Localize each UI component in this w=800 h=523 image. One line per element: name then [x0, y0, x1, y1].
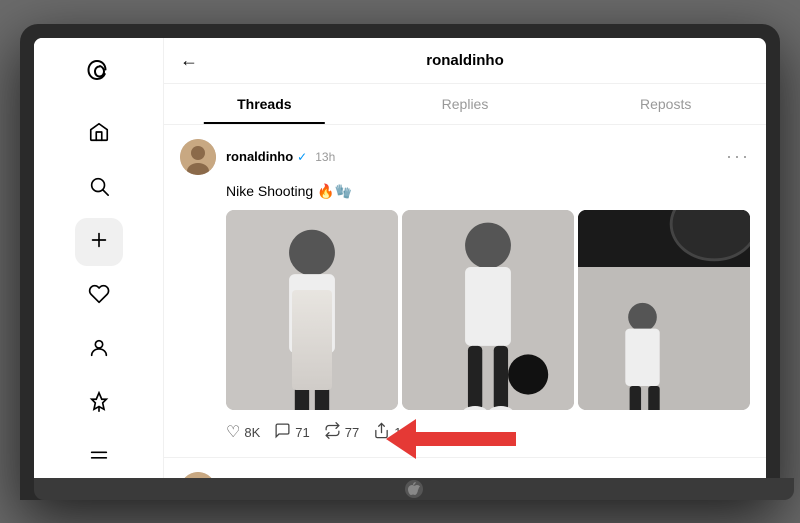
laptop-base: [34, 478, 794, 500]
comment-count: 71: [295, 425, 309, 440]
sidebar-item-menu[interactable]: [75, 434, 123, 478]
sidebar-nav: [34, 110, 163, 478]
post-1-meta: ronaldinho ✓ 13h: [226, 149, 716, 164]
apple-logo: [405, 480, 423, 498]
post-1-time: 13h: [315, 150, 335, 164]
home-icon: [88, 121, 110, 147]
feed: ronaldinho ✓ 13h ··· Nike Shooting 🔥🧤: [164, 125, 766, 478]
tabs: Threads Replies Reposts: [164, 84, 766, 125]
like-button[interactable]: ♡ 8K: [226, 422, 260, 442]
person-icon: [88, 337, 110, 363]
heart-action-icon: ♡: [226, 422, 240, 442]
repost-count: 77: [345, 425, 359, 440]
post-1-images: [226, 210, 750, 410]
header: ← ronaldinho: [164, 38, 766, 84]
sidebar-item-new[interactable]: [75, 218, 123, 266]
post-1-header: ronaldinho ✓ 13h ···: [180, 139, 750, 175]
new-thread-icon: [88, 229, 110, 255]
post-image-3[interactable]: [578, 210, 750, 410]
post-1-text: Nike Shooting 🔥🧤: [226, 183, 750, 200]
verified-badge-1: ✓: [297, 150, 307, 164]
laptop-screen: ← ronaldinho Threads Replies Reposts: [34, 38, 766, 478]
laptop-wrapper: ← ronaldinho Threads Replies Reposts: [20, 24, 780, 500]
header-username: ronaldinho: [214, 52, 716, 69]
avatar-ronaldinho-2: [180, 472, 216, 478]
laptop-outer: ← ronaldinho Threads Replies Reposts: [20, 24, 780, 500]
post-2-header: ronaldinho ✓ 2d ···: [180, 472, 750, 478]
tab-replies[interactable]: Replies: [365, 84, 566, 124]
avatar-ronaldinho-1: [180, 139, 216, 175]
post-1-more[interactable]: ···: [726, 146, 750, 167]
post-1: ronaldinho ✓ 13h ··· Nike Shooting 🔥🧤: [164, 125, 766, 458]
sidebar-item-home[interactable]: [75, 110, 123, 158]
back-button[interactable]: ←: [180, 50, 198, 71]
post-1-username: ronaldinho: [226, 149, 293, 164]
post-1-actions: ♡ 8K 71: [226, 422, 409, 443]
search-icon: [88, 175, 110, 201]
threads-logo: [81, 54, 117, 86]
red-arrow-annotation: [386, 414, 516, 464]
sidebar-item-search[interactable]: [75, 164, 123, 212]
pin-icon: [88, 391, 110, 417]
tab-reposts[interactable]: Reposts: [565, 84, 766, 124]
repost-icon: [324, 422, 341, 443]
repost-button[interactable]: 77: [324, 422, 359, 443]
sidebar-item-activity[interactable]: [75, 272, 123, 320]
sidebar-item-profile[interactable]: [75, 326, 123, 374]
post-image-1[interactable]: [226, 210, 398, 410]
post-image-2[interactable]: [402, 210, 574, 410]
menu-icon: [88, 445, 110, 471]
sidebar-item-pin[interactable]: [75, 380, 123, 428]
heart-icon: [88, 283, 110, 309]
comment-icon: [274, 422, 291, 443]
main-content: ← ronaldinho Threads Replies Reposts: [164, 38, 766, 478]
tab-threads[interactable]: Threads: [164, 84, 365, 124]
sidebar: [34, 38, 164, 478]
comment-button[interactable]: 71: [274, 422, 309, 443]
like-count: 8K: [244, 425, 260, 440]
